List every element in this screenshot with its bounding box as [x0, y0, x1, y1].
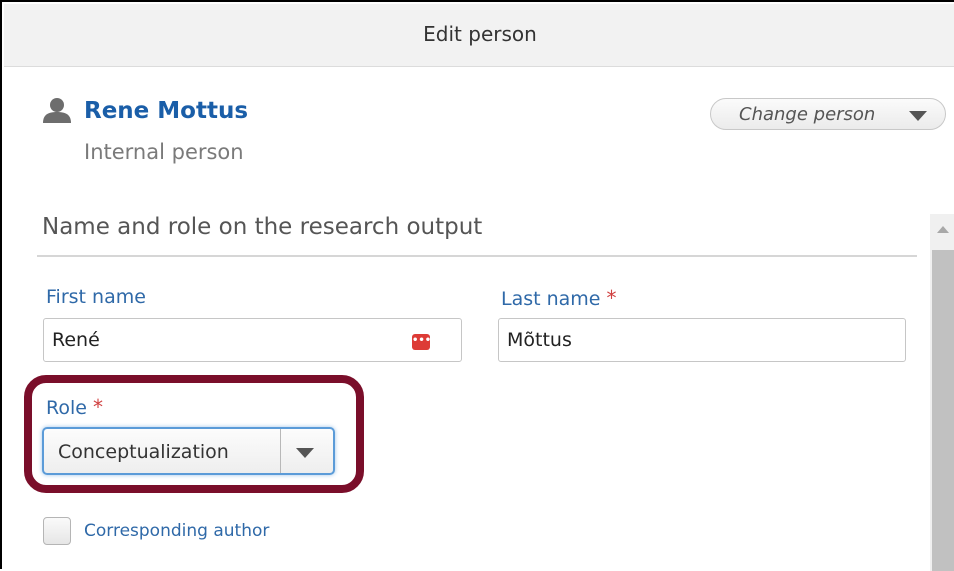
- vertical-scrollbar[interactable]: [930, 214, 954, 571]
- dialog-title: Edit person: [423, 22, 537, 46]
- last-name-input[interactable]: Mõttus: [498, 318, 906, 362]
- first-name-value: René: [52, 329, 100, 351]
- last-name-value: Mõttus: [507, 329, 572, 351]
- keyboard-helper-icon[interactable]: •••|: [412, 334, 435, 350]
- role-select[interactable]: Conceptualization: [42, 427, 335, 475]
- change-person-button[interactable]: Change person: [710, 98, 946, 130]
- scroll-up-arrow-icon[interactable]: [937, 226, 949, 233]
- last-name-label-text: Last name: [501, 288, 601, 310]
- chevron-down-icon: [909, 111, 927, 121]
- role-label-text: Role: [46, 397, 87, 419]
- person-name-link[interactable]: Rene Mottus: [84, 98, 248, 124]
- scrollbar-thumb[interactable]: [932, 250, 954, 571]
- section-title: Name and role on the research output: [42, 214, 483, 240]
- section-divider: [37, 255, 917, 257]
- chevron-down-icon[interactable]: [296, 448, 314, 458]
- role-label: Role *: [46, 395, 103, 419]
- change-person-label: Change person: [739, 104, 876, 125]
- dialog-header: Edit person: [4, 4, 954, 67]
- last-name-label: Last name *: [501, 286, 617, 310]
- corresponding-author-checkbox[interactable]: [43, 517, 71, 545]
- corresponding-author-label[interactable]: Corresponding author: [84, 521, 269, 541]
- edit-person-dialog: Edit person Rene Mottus Internal person …: [0, 0, 954, 571]
- required-asterisk-icon: *: [93, 395, 103, 419]
- person-type: Internal person: [84, 140, 244, 164]
- select-divider: [280, 429, 281, 473]
- first-name-input[interactable]: René •••|: [43, 318, 462, 362]
- required-asterisk-icon: *: [606, 286, 617, 310]
- first-name-label: First name: [46, 286, 146, 308]
- person-icon: [43, 98, 71, 123]
- role-selected-value: Conceptualization: [58, 441, 229, 463]
